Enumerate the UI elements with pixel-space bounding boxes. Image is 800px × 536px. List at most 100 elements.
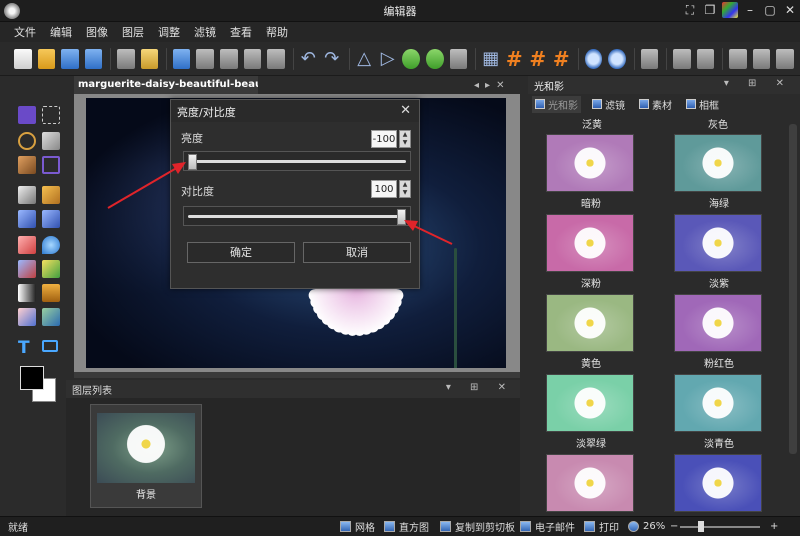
layer-item[interactable]: 背景	[90, 404, 202, 508]
contrast-slider[interactable]	[183, 206, 411, 226]
filter-preset[interactable]: 深粉	[546, 214, 636, 290]
zoom-out-button[interactable]: −	[670, 521, 678, 532]
eyedropper-icon[interactable]	[18, 156, 36, 174]
skin-icon[interactable]: ❐	[702, 2, 718, 18]
copy-window-icon[interactable]	[172, 48, 191, 69]
lasso-icon[interactable]	[18, 132, 36, 150]
tab-next-icon[interactable]: ▸	[485, 80, 490, 91]
rotate-right-icon[interactable]	[426, 48, 444, 69]
paint-bucket-icon[interactable]	[18, 260, 36, 278]
flip-horizontal-icon[interactable]: ▷	[379, 48, 397, 69]
copy-clipboard-button[interactable]: 复制到剪切板	[440, 519, 515, 534]
grid-icon[interactable]: ▦	[482, 48, 500, 69]
image-icon[interactable]	[42, 308, 60, 326]
menu-file[interactable]: 文件	[14, 24, 36, 40]
filter-preset[interactable]: 黄色	[546, 294, 636, 370]
paste-icon[interactable]	[243, 48, 262, 69]
actual-size-icon[interactable]	[696, 48, 715, 69]
copy-icon[interactable]	[220, 48, 238, 69]
zoom-in-button[interactable]: +	[770, 521, 778, 532]
move-tool-icon[interactable]	[18, 106, 36, 124]
flip-vertical-icon[interactable]: △	[355, 48, 373, 69]
contrast-slider-thumb[interactable]	[397, 209, 406, 225]
undo-icon[interactable]: ↶	[299, 48, 317, 69]
contrast-spinner[interactable]: ▲ ▼	[399, 180, 411, 198]
grid-orange-2-icon[interactable]: #	[529, 49, 547, 69]
align-left-icon[interactable]	[729, 48, 747, 69]
filter-preset[interactable]: 淡紫	[674, 214, 764, 290]
shape-rect-icon[interactable]	[42, 340, 58, 352]
menu-help[interactable]: 帮助	[266, 24, 288, 40]
cancel-button[interactable]: 取消	[303, 242, 411, 263]
zoom-slider-thumb[interactable]	[698, 521, 704, 532]
scrollbar-thumb[interactable]	[789, 124, 797, 454]
print-icon[interactable]	[117, 48, 135, 69]
menu-image[interactable]: 图像	[86, 24, 108, 40]
select-icon[interactable]	[640, 48, 659, 69]
color-theme-icon[interactable]	[722, 2, 738, 18]
filter-preset[interactable]	[674, 454, 764, 515]
crop-icon[interactable]	[42, 156, 60, 174]
save-as-icon[interactable]	[84, 48, 103, 69]
open-folder-icon[interactable]	[37, 48, 56, 69]
brightness-input[interactable]: -100	[371, 130, 397, 148]
close-icon[interactable]: ✕	[782, 2, 798, 18]
canvas-scrollbar[interactable]	[74, 372, 520, 378]
close-icon[interactable]: ✕	[400, 103, 411, 118]
effects-scrollbar[interactable]	[786, 114, 800, 516]
menu-layer[interactable]: 图层	[122, 24, 144, 40]
redo-icon[interactable]: ↷	[323, 48, 341, 69]
filter-preset[interactable]: 海绿	[674, 134, 764, 210]
rotate-left-icon[interactable]	[402, 48, 420, 69]
filter-preset[interactable]: 淡青色	[674, 374, 764, 450]
brightness-slider[interactable]	[183, 151, 411, 171]
magic-wand-icon[interactable]	[42, 132, 60, 150]
menu-adjust[interactable]: 调整	[158, 24, 180, 40]
align-center-icon[interactable]	[752, 48, 771, 69]
retouch-icon[interactable]	[18, 308, 36, 326]
save-icon[interactable]	[61, 48, 79, 69]
blur-icon[interactable]	[42, 236, 60, 254]
eraser-icon[interactable]	[18, 236, 36, 254]
tab-close-icon[interactable]: ✕	[496, 80, 504, 91]
tab-light-shadow[interactable]: 光和影	[532, 95, 581, 113]
text-tool-icon[interactable]: T	[18, 338, 30, 358]
zoom-slider[interactable]	[680, 526, 760, 528]
gradient-icon[interactable]	[18, 284, 36, 302]
fullscreen-icon[interactable]: ⛶	[682, 2, 698, 18]
filter-preset[interactable]: 暗粉	[546, 134, 636, 210]
email-icon[interactable]	[140, 48, 159, 69]
brush-icon[interactable]	[42, 210, 60, 228]
zoom-in-icon[interactable]	[584, 48, 603, 69]
menu-view[interactable]: 查看	[230, 24, 252, 40]
tab-materials[interactable]: 素材	[636, 96, 675, 113]
ok-button[interactable]: 确定	[187, 242, 295, 263]
rect-select-icon[interactable]	[42, 106, 60, 124]
restore-icon[interactable]: ▢	[762, 2, 778, 18]
brightness-spinner[interactable]: ▲ ▼	[399, 130, 411, 148]
delete-icon[interactable]	[267, 48, 285, 69]
email-button[interactable]: 电子邮件	[520, 519, 575, 534]
zoom-out-icon[interactable]	[608, 48, 626, 69]
menu-filter[interactable]: 滤镜	[194, 24, 216, 40]
foreground-color-swatch[interactable]	[20, 366, 44, 390]
panel-controls[interactable]: ▾ ⊞ ✕	[446, 382, 514, 393]
grid-orange-icon[interactable]: #	[505, 49, 523, 69]
filter-preset[interactable]: 粉红色	[674, 294, 764, 370]
sharpen-icon[interactable]	[42, 260, 60, 278]
menu-edit[interactable]: 编辑	[50, 24, 72, 40]
filter-preset[interactable]: 淡翠绿	[546, 374, 636, 450]
pencil-icon[interactable]	[42, 186, 60, 204]
histogram-toggle[interactable]: 直方图	[384, 519, 429, 534]
line-icon[interactable]	[18, 210, 36, 228]
document-tab[interactable]: marguerite-daisy-beautiful-beauty.jpg *	[74, 76, 258, 94]
grid-orange-3-icon[interactable]: #	[553, 49, 571, 69]
new-file-icon[interactable]	[14, 48, 32, 69]
minimize-icon[interactable]: –	[742, 2, 758, 18]
print-button[interactable]: 打印	[584, 519, 619, 534]
pen-icon[interactable]	[18, 186, 36, 204]
cut-icon[interactable]	[196, 48, 214, 69]
tab-prev-icon[interactable]: ◂	[474, 80, 479, 91]
align-right-icon[interactable]	[776, 48, 794, 69]
grid-toggle[interactable]: 网格	[340, 519, 375, 534]
